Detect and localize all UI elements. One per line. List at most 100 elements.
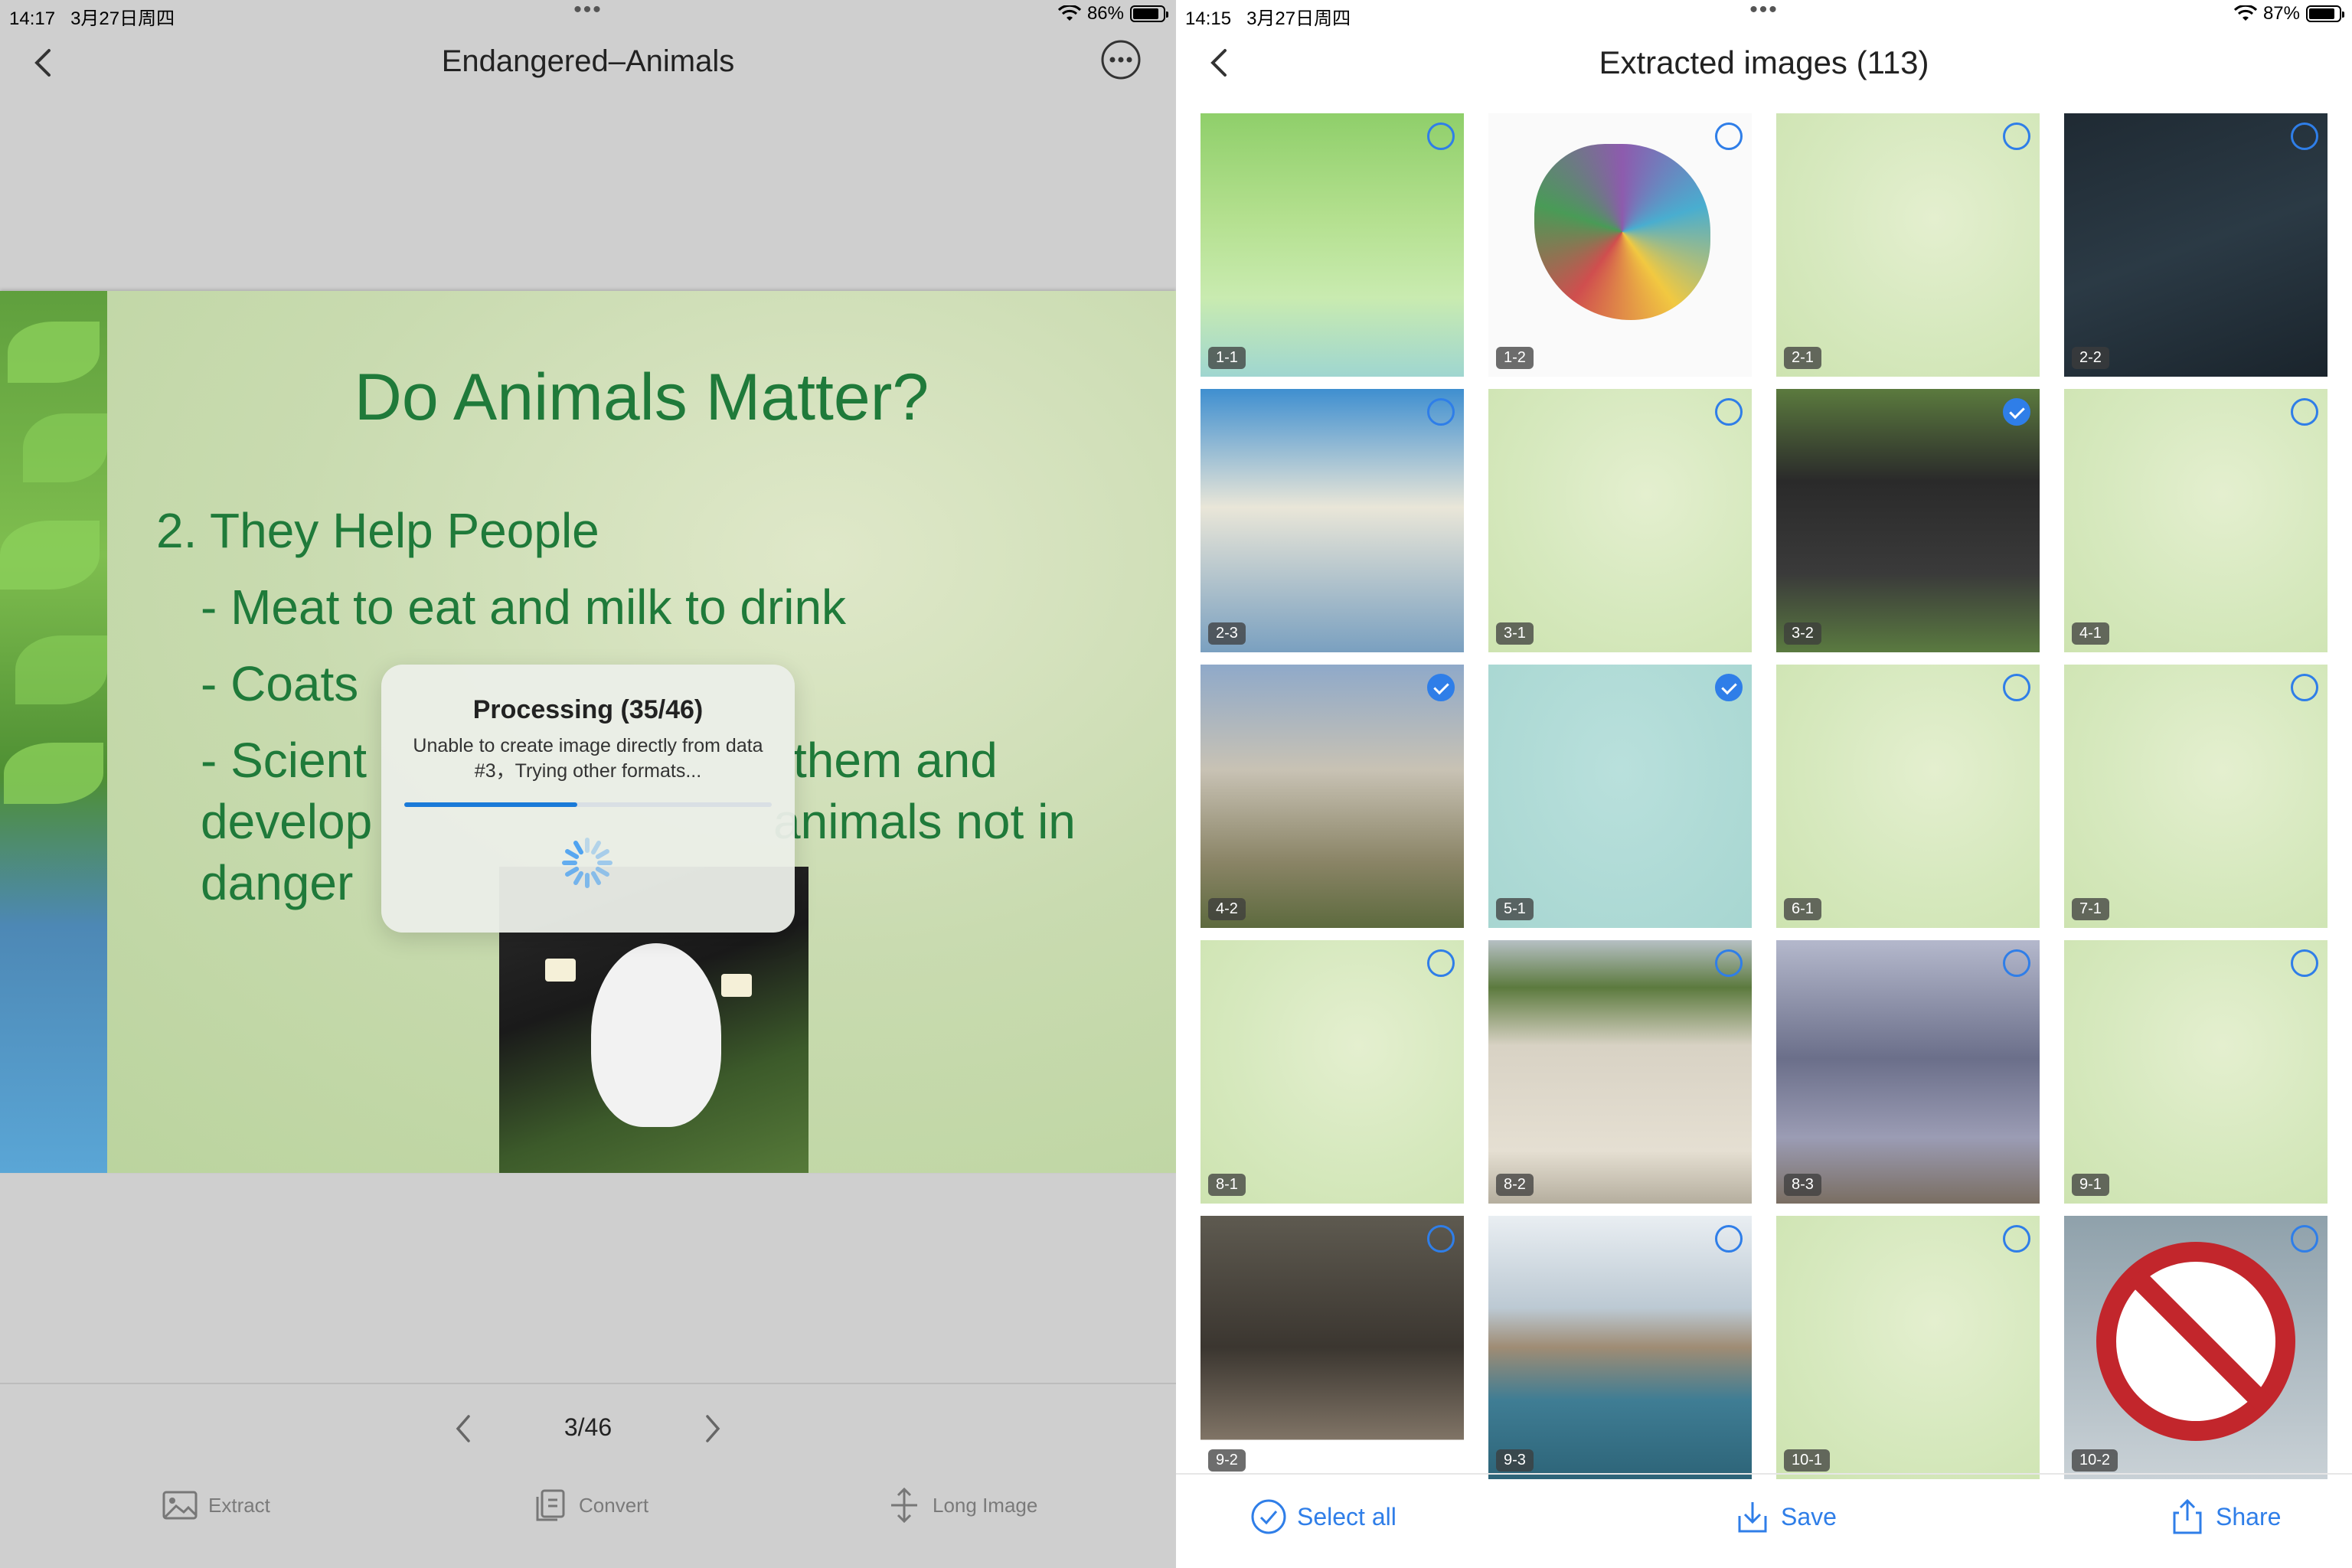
select-checkbox[interactable]	[1715, 674, 1743, 701]
image-thumbnail[interactable]: 8-3	[1776, 940, 2040, 1204]
page-counter: 3/46	[564, 1413, 612, 1441]
thumbnail-label: 4-1	[2072, 622, 2109, 645]
thumbnail-label: 10-2	[2072, 1449, 2118, 1472]
select-checkbox[interactable]	[1715, 398, 1743, 426]
select-checkbox[interactable]	[2291, 122, 2318, 150]
image-thumbnail[interactable]: 6-1	[1776, 665, 2040, 928]
thumbnail-label: 8-3	[1784, 1174, 1821, 1196]
dialog-message: Unable to create image directly from dat…	[413, 735, 763, 782]
select-checkbox[interactable]	[2003, 674, 2030, 701]
share-icon	[2173, 1498, 2202, 1534]
status-indicators: 86%	[1057, 3, 1168, 24]
image-thumbnail[interactable]: 1-1	[1200, 113, 1464, 377]
select-checkbox[interactable]	[2003, 1225, 2030, 1253]
thumbnail-label: 9-2	[1208, 1449, 1246, 1472]
select-checkbox[interactable]	[1715, 122, 1743, 150]
thumbnail-label: 7-1	[2072, 898, 2109, 920]
share-button[interactable]: Share	[2168, 1498, 2281, 1536]
select-checkbox[interactable]	[2003, 122, 2030, 150]
select-checkbox[interactable]	[1715, 1225, 1743, 1253]
select-all-button[interactable]: Select all	[1250, 1498, 1396, 1536]
image-thumbnail[interactable]: 9-3	[1488, 1216, 1752, 1479]
multitask-dots-icon[interactable]: •••	[573, 0, 603, 23]
select-checkbox[interactable]	[1427, 674, 1455, 701]
image-thumbnail[interactable]: 9-1	[2064, 940, 2328, 1204]
status-time: 14:15 3月27日周四	[1185, 8, 1351, 29]
select-checkbox[interactable]	[1427, 1225, 1455, 1253]
check-circle-icon	[1251, 1499, 1286, 1534]
image-thumbnail[interactable]: 3-2	[1776, 389, 2040, 652]
image-thumbnail[interactable]: 3-1	[1488, 389, 1752, 652]
slide-line: 2. They Help People	[156, 503, 599, 558]
extract-button[interactable]: Extract	[161, 1482, 270, 1528]
image-thumbnail[interactable]: 2-1	[1776, 113, 2040, 377]
select-checkbox[interactable]	[2291, 674, 2318, 701]
image-thumbnail[interactable]: 10-2	[2064, 1216, 2328, 1479]
image-thumbnail[interactable]: 9-2	[1200, 1216, 1464, 1479]
status-bar: 14:17 3月27日周四 ••• 86%	[0, 0, 1176, 31]
image-thumbnail[interactable]: 2-3	[1200, 389, 1464, 652]
image-thumbnail[interactable]: 5-1	[1488, 665, 1752, 928]
image-thumbnail[interactable]: 4-2	[1200, 665, 1464, 928]
convert-document-icon	[536, 1489, 565, 1521]
document-title: Endangered–Animals	[441, 44, 735, 78]
save-label: Save	[1781, 1502, 1837, 1530]
battery-icon	[1130, 5, 1168, 22]
long-image-button[interactable]: Long Image	[885, 1482, 1037, 1528]
thumbnail-label: 1-2	[1496, 347, 1534, 369]
thumbnail-label: 5-1	[1496, 898, 1534, 920]
select-checkbox[interactable]	[2291, 398, 2318, 426]
thumbnail-label: 1-1	[1208, 347, 1246, 369]
multitask-dots-icon[interactable]: •••	[1749, 0, 1779, 23]
select-checkbox[interactable]	[2291, 1225, 2318, 1253]
select-all-label: Select all	[1297, 1502, 1396, 1530]
navigation-bar: Endangered–Animals	[0, 31, 1176, 100]
document-viewer-pane: 14:17 3月27日周四 ••• 86% Endangered–Animals…	[0, 0, 1176, 1568]
image-thumbnail[interactable]: 10-1	[1776, 1216, 2040, 1479]
slide-line: - Meat to eat and milk to drink	[201, 580, 847, 635]
select-checkbox[interactable]	[2003, 949, 2030, 977]
status-bar: 14:15 3月27日周四 ••• 87%	[1176, 0, 2352, 31]
image-thumbnail[interactable]: 7-1	[2064, 665, 2328, 928]
processing-dialog: Processing (35/46) Unable to create imag…	[381, 665, 795, 933]
dialog-title: Processing (35/46)	[472, 695, 704, 724]
slide-title: Do Animals Matter?	[354, 361, 929, 434]
status-indicators: 87%	[2233, 3, 2344, 24]
image-thumbnail[interactable]: 8-1	[1200, 940, 1464, 1204]
page-navigator: 3/46	[0, 1398, 1176, 1459]
long-image-label: Long Image	[933, 1493, 1038, 1517]
select-checkbox[interactable]	[1427, 398, 1455, 426]
page-title: Extracted images (113)	[1599, 44, 1929, 80]
slide-line: animals not in	[773, 794, 1076, 849]
thumbnail-label: 8-2	[1496, 1174, 1534, 1196]
thumbnail-label: 3-2	[1784, 622, 1821, 645]
wifi-icon	[1057, 4, 1082, 22]
extract-label: Extract	[208, 1493, 270, 1517]
next-page-button[interactable]	[689, 1406, 735, 1452]
image-thumbnail[interactable]: 8-2	[1488, 940, 1752, 1204]
battery-icon	[2306, 5, 2344, 22]
select-checkbox[interactable]	[1715, 949, 1743, 977]
world-map-graphic	[1534, 144, 1710, 320]
more-options-button[interactable]	[1099, 38, 1142, 81]
image-thumbnail[interactable]: 4-1	[2064, 389, 2328, 652]
loading-spinner-icon	[562, 838, 612, 888]
progress-bar	[404, 802, 772, 807]
thumbnail-label: 4-2	[1208, 898, 1246, 920]
status-time: 14:17 3月27日周四	[9, 8, 175, 29]
convert-button[interactable]: Convert	[531, 1482, 648, 1528]
slide-line: them and	[793, 733, 998, 788]
vertical-expand-icon	[891, 1487, 917, 1524]
thumbnail-label: 8-1	[1208, 1174, 1246, 1196]
select-checkbox[interactable]	[1427, 122, 1455, 150]
battery-percent: 87%	[2262, 3, 2300, 24]
image-thumbnail[interactable]: 2-2	[2064, 113, 2328, 377]
select-checkbox[interactable]	[2003, 398, 2030, 426]
save-button[interactable]: Save	[1733, 1498, 1837, 1536]
slide-line: - Coats	[201, 656, 359, 711]
select-checkbox[interactable]	[1427, 949, 1455, 977]
image-thumbnail[interactable]: 1-2	[1488, 113, 1752, 377]
navigation-bar: Extracted images (113)	[1176, 31, 2352, 100]
select-checkbox[interactable]	[2291, 949, 2318, 977]
thumbnail-label: 2-2	[2072, 347, 2109, 369]
